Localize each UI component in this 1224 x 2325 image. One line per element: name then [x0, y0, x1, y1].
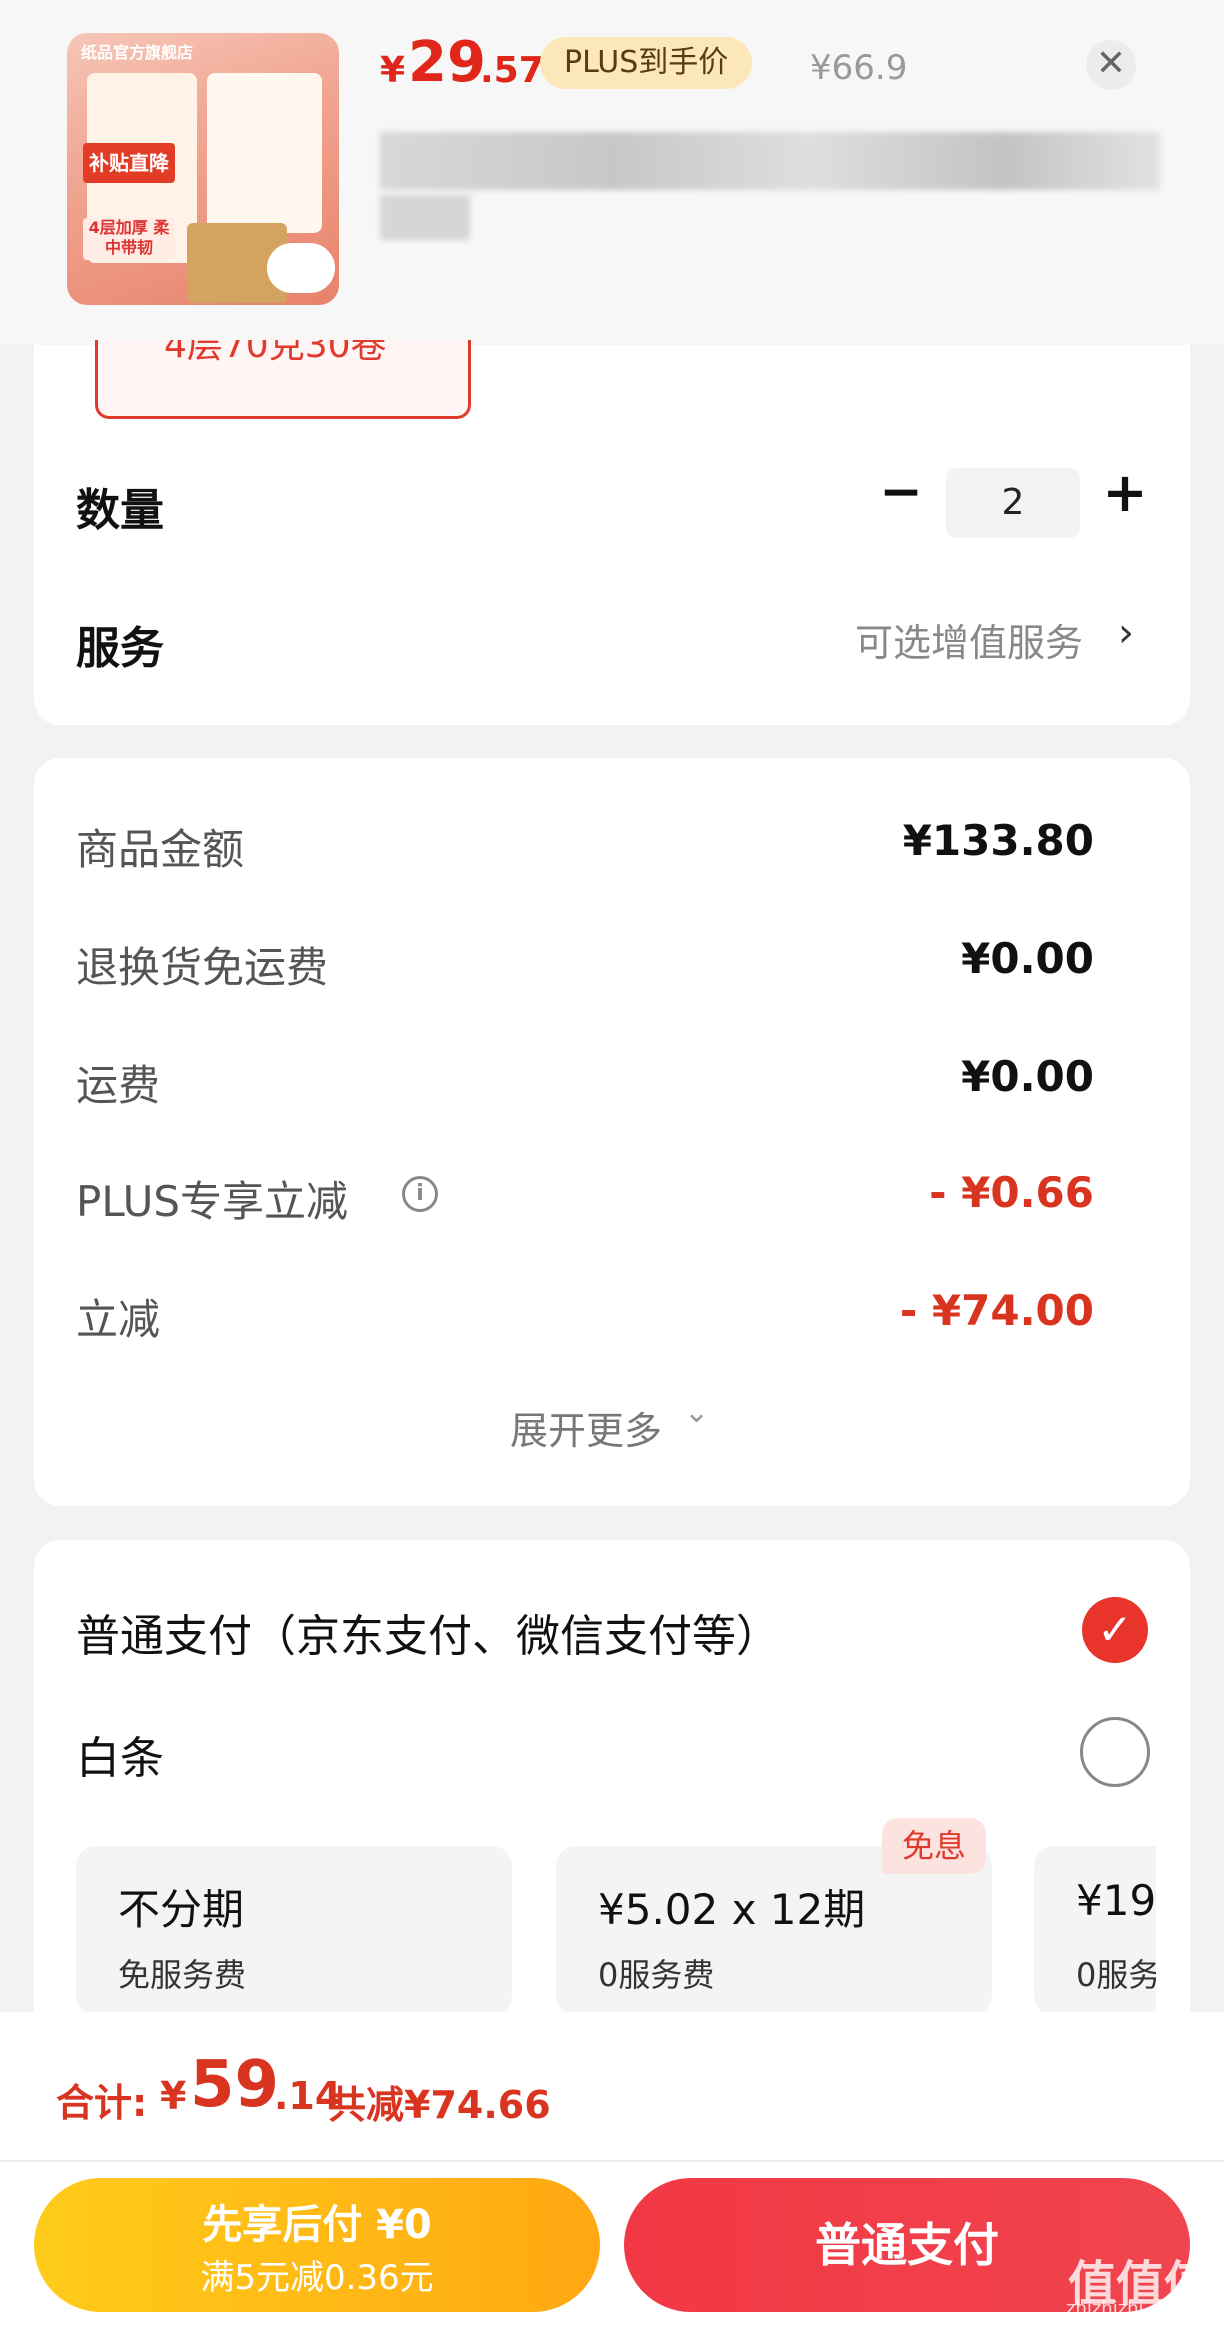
- summary-value-discount: - ¥74.00: [899, 1286, 1094, 1335]
- plan-title: ¥19: [1076, 1876, 1156, 1925]
- price-integer: 29: [408, 30, 486, 95]
- quantity-plus-button[interactable]: +: [1098, 466, 1152, 520]
- product-thumbnail[interactable]: 纸品官方旗舰店 补贴直降 4层加厚 柔中带韧: [67, 33, 339, 305]
- payment-option-baitiao[interactable]: 白条: [76, 1722, 164, 1786]
- pay-later-sub: 满5元减0.36元: [200, 2258, 434, 2298]
- summary-value-plus-discount: - ¥0.66: [929, 1168, 1094, 1217]
- total-label: 合计:: [56, 2081, 148, 2125]
- summary-label-plus-discount: PLUS专享立减: [76, 1177, 349, 1226]
- blurred-product-title-2: [380, 195, 470, 240]
- plan-subtitle: 0服务费: [1076, 1956, 1156, 1994]
- thumbnail-shop-name: 纸品官方旗舰店: [81, 43, 194, 62]
- summary-label-discount: 立减: [76, 1295, 161, 1344]
- summary-value-shipping: ¥0.00: [961, 1052, 1094, 1101]
- installment-plan-partial[interactable]: ¥19 0服务费: [1034, 1846, 1156, 2016]
- spec-option-label: 4层70克30卷: [164, 340, 387, 366]
- blurred-product-title: [380, 132, 1160, 190]
- pay-later-button[interactable]: 先享后付 ¥0 满5元减0.36元: [34, 2178, 600, 2312]
- divider: [0, 2160, 1224, 2162]
- quantity-label: 数量: [76, 485, 164, 536]
- installment-plan-none[interactable]: 不分期 免服务费: [76, 1846, 512, 2016]
- radio-unchecked-icon[interactable]: [1080, 1717, 1150, 1787]
- summary-label-shipping: 运费: [76, 1061, 161, 1110]
- expand-more-button[interactable]: 展开更多: [510, 1400, 662, 1455]
- interest-free-badge: 免息: [882, 1818, 987, 1874]
- plan-title: 不分期: [118, 1885, 245, 1934]
- summary-value-return-shipping: ¥0.00: [961, 934, 1094, 983]
- summary-label-goods: 商品金额: [76, 825, 245, 874]
- thumbnail-tag-feature: 4层加厚 柔中带韧: [83, 218, 175, 260]
- price-decimal: .57: [480, 50, 544, 91]
- checkmark-icon[interactable]: ✓: [1082, 1597, 1148, 1663]
- original-price: ¥66.9: [810, 48, 908, 88]
- total-currency: ¥: [160, 2074, 187, 2118]
- info-icon[interactable]: i: [402, 1176, 438, 1212]
- spec-option-selected[interactable]: 4层70克30卷: [95, 340, 471, 419]
- chevron-right-icon[interactable]: ›: [1118, 610, 1134, 656]
- price-currency: ¥: [380, 50, 406, 91]
- watermark-url: zhizhizhi.com: [1066, 2298, 1188, 2319]
- total-savings: 共减¥74.66: [328, 2083, 551, 2127]
- pay-later-main: 先享后付 ¥0: [202, 2202, 432, 2248]
- plus-price-badge: PLUS到手价: [540, 37, 753, 89]
- close-button[interactable]: ✕: [1086, 40, 1136, 90]
- thumbnail-package-2: [207, 73, 322, 233]
- total-integer: 59: [190, 2048, 280, 2122]
- chevron-down-icon[interactable]: ⌄: [684, 1395, 709, 1430]
- service-selector[interactable]: 可选增值服务: [855, 612, 1083, 667]
- summary-value-goods: ¥133.80: [902, 816, 1094, 865]
- thumbnail-tag-subsidy: 补贴直降: [83, 143, 175, 183]
- quantity-input[interactable]: 2: [946, 468, 1080, 538]
- quantity-minus-button[interactable]: −: [876, 466, 926, 520]
- service-label: 服务: [76, 623, 164, 674]
- thumbnail-rolls: [267, 243, 335, 293]
- plan-subtitle: 免服务费: [118, 1956, 247, 1994]
- payment-option-normal[interactable]: 普通支付（京东支付、微信支付等）: [76, 1600, 780, 1664]
- plan-subtitle: 0服务费: [598, 1956, 715, 1994]
- plan-title: ¥5.02 x 12期: [598, 1885, 866, 1934]
- summary-label-return-shipping: 退换货免运费: [76, 943, 329, 992]
